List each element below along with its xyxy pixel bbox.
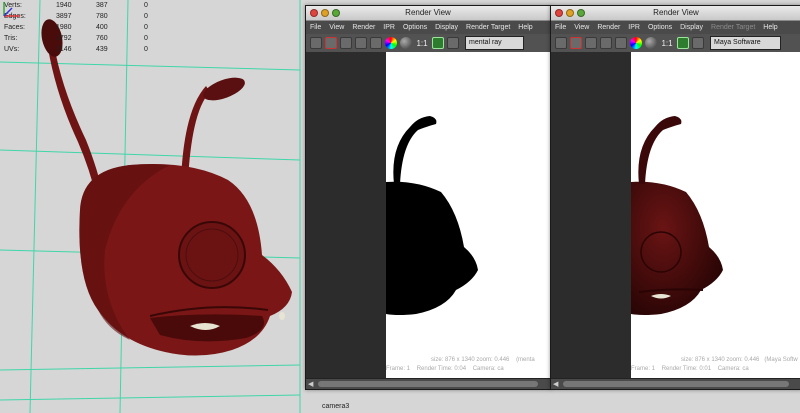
- render-info-line1: size: 876 x 1340 zoom: 0.446 (Maya Softw: [681, 357, 798, 363]
- rgb-channel-icon[interactable]: [385, 37, 397, 49]
- scroll-left-icon[interactable]: ◀: [553, 380, 558, 388]
- menu-ipr[interactable]: IPR: [383, 24, 395, 31]
- hud-row-tris: Tris: 3792 760 0: [4, 35, 148, 42]
- scroll-thumb[interactable]: [563, 381, 789, 387]
- keep-image-icon[interactable]: [677, 37, 689, 49]
- alpha-channel-icon[interactable]: [400, 37, 412, 49]
- render-canvas[interactable]: size: 876 x 1340 zoom: 0.446 (menta Fram…: [306, 52, 550, 378]
- real-size-button[interactable]: 1:1: [660, 37, 674, 49]
- renderer-select[interactable]: Maya Software: [710, 36, 781, 50]
- renderer-select[interactable]: mental ray: [465, 36, 524, 50]
- refresh-ipr-icon[interactable]: [615, 37, 627, 49]
- scroll-thumb[interactable]: [318, 381, 538, 387]
- menu-render-target[interactable]: Render Target: [711, 24, 755, 31]
- snapshot-icon[interactable]: [340, 37, 352, 49]
- render-info-line2: Frame: 1 Render Time: 0:01 Camera: ca: [631, 366, 749, 372]
- menu-file[interactable]: File: [310, 24, 321, 31]
- render-toolbar: 1:1 mental ray: [306, 34, 550, 53]
- render-maya-software: [631, 116, 723, 315]
- render-silhouette: [386, 116, 478, 315]
- render-canvas[interactable]: size: 876 x 1340 zoom: 0.446 (Maya Softw…: [551, 52, 800, 378]
- hud-row-faces: Faces: 1980 400 0: [4, 24, 148, 31]
- hud-row-edges: Edges: 3897 780 0: [4, 13, 148, 20]
- menu-render-target[interactable]: Render Target: [466, 24, 510, 31]
- menu-bar: File View Render IPR Options Display Ren…: [551, 21, 800, 34]
- menu-display[interactable]: Display: [435, 24, 458, 31]
- render-toolbar: 1:1 Maya Software: [551, 34, 800, 53]
- window-titlebar[interactable]: Render View: [551, 6, 800, 21]
- menu-file[interactable]: File: [555, 24, 566, 31]
- refresh-ipr-icon[interactable]: [370, 37, 382, 49]
- menu-help[interactable]: Help: [763, 24, 777, 31]
- close-icon[interactable]: [555, 9, 563, 17]
- rendered-image: [631, 52, 800, 378]
- poly-count-hud: Verts: 1940 387 0 Edges: 3897 780 0 Face…: [4, 0, 164, 55]
- minimize-icon[interactable]: [566, 9, 574, 17]
- remove-image-icon[interactable]: [447, 37, 459, 49]
- menu-help[interactable]: Help: [518, 24, 532, 31]
- menu-render[interactable]: Render: [352, 24, 375, 31]
- camera-label: camera3: [322, 403, 350, 410]
- zoom-icon[interactable]: [577, 9, 585, 17]
- axis-gizmo-icon: [3, 2, 20, 17]
- hud-row-uvs: UVs: 2146 439 0: [4, 46, 148, 53]
- menu-view[interactable]: View: [329, 24, 344, 31]
- menu-view[interactable]: View: [574, 24, 589, 31]
- scroll-left-icon[interactable]: ◀: [308, 380, 313, 388]
- menu-bar: File View Render IPR Options Display Ren…: [306, 21, 550, 34]
- menu-options[interactable]: Options: [648, 24, 672, 31]
- rendered-image: [386, 52, 550, 378]
- real-size-button[interactable]: 1:1: [415, 37, 429, 49]
- close-icon[interactable]: [310, 9, 318, 17]
- render-info-line1: size: 876 x 1340 zoom: 0.446 (menta: [431, 357, 535, 363]
- menu-display[interactable]: Display: [680, 24, 703, 31]
- rgb-channel-icon[interactable]: [630, 37, 642, 49]
- render-view-window-mayasoftware[interactable]: Render View File View Render IPR Options…: [550, 5, 800, 390]
- horizontal-scrollbar[interactable]: ◀: [551, 378, 800, 389]
- window-title: Render View: [653, 8, 699, 17]
- horizontal-scrollbar[interactable]: ◀: [306, 378, 550, 389]
- redo-render-icon[interactable]: [310, 37, 322, 49]
- redo-render-icon[interactable]: [555, 37, 567, 49]
- render-region-icon[interactable]: [325, 37, 337, 49]
- snapshot-icon[interactable]: [585, 37, 597, 49]
- ipr-render-icon[interactable]: [355, 37, 367, 49]
- alpha-channel-icon[interactable]: [645, 37, 657, 49]
- keep-image-icon[interactable]: [432, 37, 444, 49]
- render-view-window-mentalray[interactable]: Render View File View Render IPR Options…: [305, 5, 551, 390]
- window-title: Render View: [405, 8, 451, 17]
- hud-row-verts: Verts: 1940 387 0: [4, 2, 148, 9]
- menu-options[interactable]: Options: [403, 24, 427, 31]
- zoom-icon[interactable]: [332, 9, 340, 17]
- menu-ipr[interactable]: IPR: [628, 24, 640, 31]
- render-info-line2: Frame: 1 Render Time: 0:04 Camera: ca: [386, 366, 504, 372]
- menu-render[interactable]: Render: [597, 24, 620, 31]
- ipr-render-icon[interactable]: [600, 37, 612, 49]
- render-region-icon[interactable]: [570, 37, 582, 49]
- remove-image-icon[interactable]: [692, 37, 704, 49]
- minimize-icon[interactable]: [321, 9, 329, 17]
- window-titlebar[interactable]: Render View: [306, 6, 550, 21]
